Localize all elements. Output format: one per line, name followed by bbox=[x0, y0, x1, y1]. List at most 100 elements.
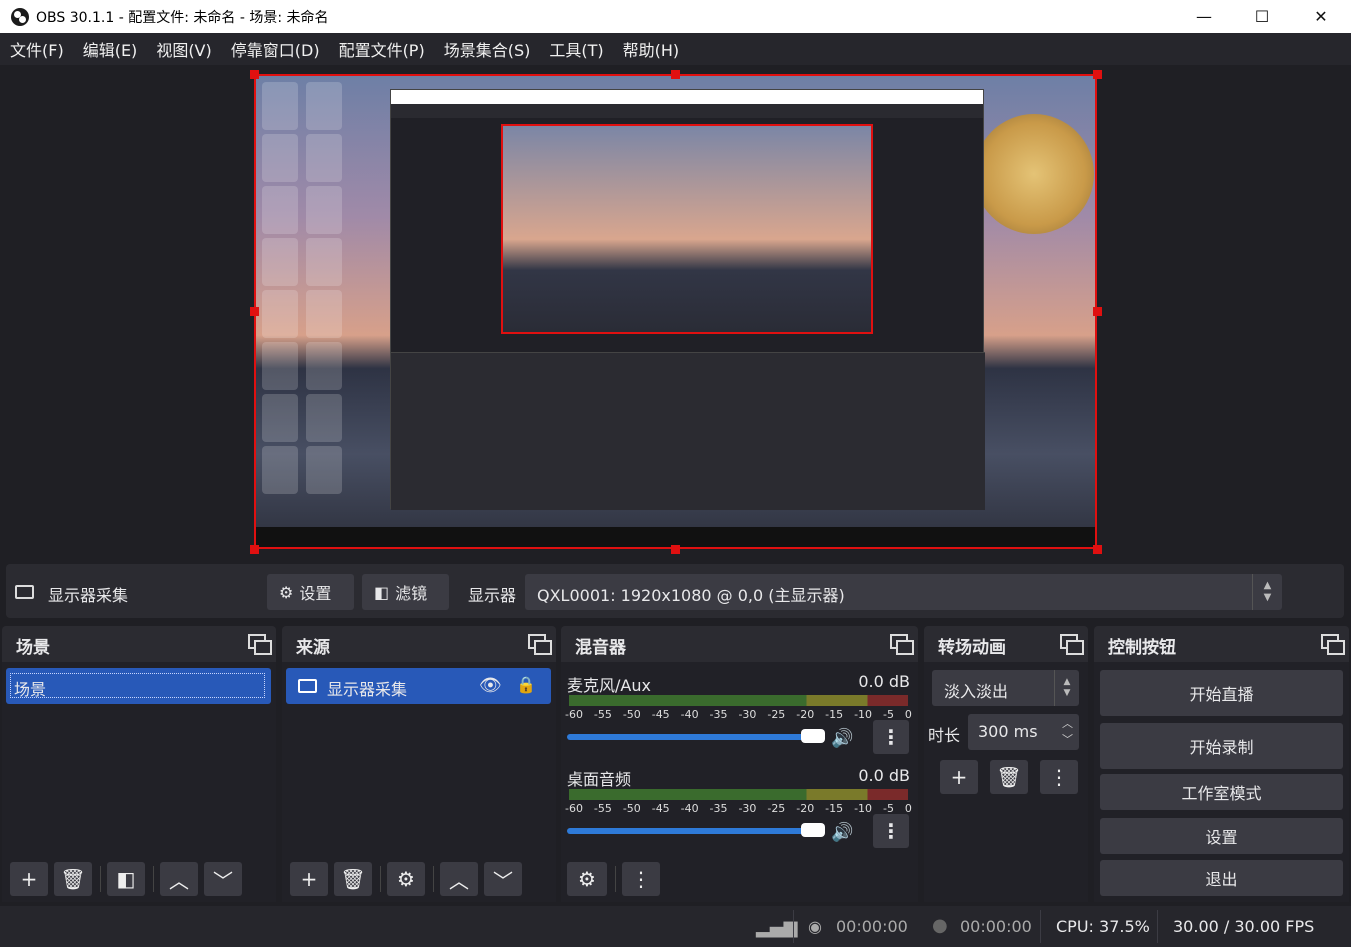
title-bar: OBS 30.1.1 - 配置文件: 未命名 - 场景: 未命名 — ☐ ✕ bbox=[0, 0, 1351, 33]
spin-arrows-icon[interactable]: ︿ ﹀ bbox=[1062, 716, 1073, 748]
resize-handle[interactable] bbox=[671, 545, 680, 554]
menu-profile[interactable]: 配置文件(P) bbox=[329, 37, 434, 61]
volume-slider-knob[interactable] bbox=[801, 729, 825, 743]
signal-icon: ▂▄▆ bbox=[756, 917, 798, 938]
exit-button[interactable]: 退出 bbox=[1100, 860, 1343, 896]
advanced-audio-button[interactable]: ⚙ bbox=[567, 862, 607, 896]
sources-dock: 来源 显示器采集 👁 🔒 + 🗑 ⚙ ︿ ﹀ bbox=[282, 626, 556, 902]
obs-logo-icon bbox=[11, 7, 29, 26]
menu-help[interactable]: 帮助(H) bbox=[613, 37, 689, 61]
channel-menu-button[interactable]: ⋮ bbox=[873, 720, 909, 754]
settings-button[interactable]: 设置 bbox=[1100, 818, 1343, 854]
move-scene-down-button[interactable]: ﹀ bbox=[204, 862, 242, 896]
wallpaper-moon bbox=[974, 114, 1094, 234]
source-properties-button[interactable]: ⚙ bbox=[387, 862, 425, 896]
trash-icon: 🗑 bbox=[60, 867, 86, 891]
resize-handle[interactable] bbox=[250, 307, 259, 316]
menu-bar: 文件(F) 编辑(E) 视图(V) 停靠窗口(D) 配置文件(P) 场景集合(S… bbox=[0, 33, 1351, 65]
scene-filters-button[interactable]: ◧ bbox=[107, 862, 145, 896]
record-time: 00:00:00 bbox=[960, 917, 1032, 936]
display-select-value: QXL0001: 1920x1080 @ 0,0 (主显示器) bbox=[537, 586, 845, 605]
undock-icon[interactable] bbox=[890, 634, 914, 655]
scenes-title: 场景 bbox=[16, 638, 50, 658]
plus-icon: + bbox=[950, 765, 968, 789]
remove-source-button[interactable]: 🗑 bbox=[334, 862, 372, 896]
move-scene-up-button[interactable]: ︿ bbox=[160, 862, 198, 896]
monitor-icon bbox=[15, 585, 34, 599]
chevron-up-icon: ︿ bbox=[169, 868, 189, 893]
chevron-down-icon: ﹀ bbox=[213, 868, 233, 893]
transition-select-value: 淡入淡出 bbox=[944, 682, 1009, 701]
menu-scene-collection[interactable]: 场景集合(S) bbox=[434, 37, 540, 61]
gear-icon: ⚙ bbox=[397, 867, 415, 891]
resize-handle[interactable] bbox=[250, 70, 259, 79]
speaker-icon[interactable]: 🔊 bbox=[831, 728, 853, 749]
channel-menu-button[interactable]: ⋮ bbox=[873, 814, 909, 848]
speaker-icon[interactable]: 🔊 bbox=[831, 822, 853, 843]
undock-icon[interactable] bbox=[248, 634, 272, 655]
preview-canvas[interactable] bbox=[254, 74, 1097, 549]
volume-meter bbox=[569, 695, 908, 703]
plus-icon: + bbox=[300, 867, 318, 891]
resize-handle[interactable] bbox=[1093, 545, 1102, 554]
properties-label: 设置 bbox=[299, 584, 332, 603]
volume-slider[interactable] bbox=[567, 734, 825, 740]
start-streaming-button[interactable]: 开始直播 bbox=[1100, 670, 1343, 716]
resize-handle[interactable] bbox=[250, 545, 259, 554]
undock-icon[interactable] bbox=[528, 634, 552, 655]
mixer-title: 混音器 bbox=[575, 638, 626, 658]
mixer-menu-button[interactable]: ⋮ bbox=[622, 862, 660, 896]
channel-name: 桌面音频 bbox=[567, 770, 632, 789]
add-scene-button[interactable]: + bbox=[10, 862, 48, 896]
window-title: OBS 30.1.1 - 配置文件: 未命名 - 场景: 未命名 bbox=[36, 9, 329, 26]
move-source-up-button[interactable]: ︿ bbox=[440, 862, 478, 896]
move-source-down-button[interactable]: ﹀ bbox=[484, 862, 522, 896]
eye-icon[interactable]: 👁 bbox=[479, 675, 502, 696]
menu-edit[interactable]: 编辑(E) bbox=[73, 37, 147, 61]
resize-handle[interactable] bbox=[1093, 307, 1102, 316]
more-vertical-icon: ⋮ bbox=[881, 725, 901, 749]
scene-list-item[interactable]: 场景 bbox=[6, 668, 271, 704]
source-toolbar: 显示器采集 ⚙ 设置 ◧ 滤镜 显示器 QXL0001: 1920x1080 @… bbox=[6, 564, 1344, 618]
close-button[interactable]: ✕ bbox=[1292, 0, 1350, 33]
filter-icon: ◧ bbox=[116, 867, 136, 891]
transitions-title: 转场动画 bbox=[938, 638, 1006, 658]
properties-button[interactable]: ⚙ 设置 bbox=[267, 574, 354, 610]
remove-transition-button[interactable]: 🗑 bbox=[990, 760, 1028, 794]
menu-view[interactable]: 视图(V) bbox=[146, 37, 220, 61]
channel-db: 0.0 dB bbox=[858, 672, 910, 691]
source-list-item[interactable]: 显示器采集 👁 🔒 bbox=[286, 668, 551, 704]
resize-handle[interactable] bbox=[1093, 70, 1102, 79]
controls-title: 控制按钮 bbox=[1108, 638, 1176, 658]
stream-icon: ◉ bbox=[808, 917, 822, 936]
add-source-button[interactable]: + bbox=[290, 862, 328, 896]
transition-select[interactable]: 淡入淡出 ▲ ▼ bbox=[932, 670, 1079, 706]
maximize-button[interactable]: ☐ bbox=[1233, 0, 1291, 33]
menu-tools[interactable]: 工具(T) bbox=[539, 37, 612, 61]
volume-slider[interactable] bbox=[567, 828, 825, 834]
mixer-dock: 混音器 麦克风/Aux 0.0 dB -60 -55 -50 -45 -40 -35 -30… bbox=[561, 626, 918, 902]
resize-handle[interactable] bbox=[671, 70, 680, 79]
menu-file[interactable]: 文件(F) bbox=[0, 37, 73, 61]
gears-icon: ⚙ bbox=[578, 867, 596, 891]
duration-spinbox[interactable]: 300 ms ︿ ﹀ bbox=[968, 714, 1079, 750]
volume-meter bbox=[569, 703, 908, 706]
volume-slider-knob[interactable] bbox=[801, 823, 825, 837]
start-recording-button[interactable]: 开始录制 bbox=[1100, 723, 1343, 769]
volume-meter bbox=[569, 789, 908, 797]
lock-icon[interactable]: 🔒 bbox=[516, 675, 536, 694]
display-select[interactable]: QXL0001: 1920x1080 @ 0,0 (主显示器) ▲ ▼ bbox=[525, 574, 1282, 610]
menu-docks[interactable]: 停靠窗口(D) bbox=[221, 37, 329, 61]
filters-button[interactable]: ◧ 滤镜 bbox=[362, 574, 449, 610]
minimize-button[interactable]: — bbox=[1175, 0, 1233, 33]
transition-menu-button[interactable]: ⋮ bbox=[1040, 760, 1078, 794]
selected-source-name: 显示器采集 bbox=[48, 586, 129, 605]
undock-icon[interactable] bbox=[1060, 634, 1084, 655]
undock-icon[interactable] bbox=[1321, 634, 1345, 655]
stream-time: 00:00:00 bbox=[836, 917, 908, 936]
studio-mode-button[interactable]: 工作室模式 bbox=[1100, 774, 1343, 810]
filters-label: 滤镜 bbox=[395, 584, 428, 603]
remove-scene-button[interactable]: 🗑 bbox=[54, 862, 92, 896]
chevron-up-icon: ︿ bbox=[449, 868, 469, 893]
add-transition-button[interactable]: + bbox=[940, 760, 978, 794]
